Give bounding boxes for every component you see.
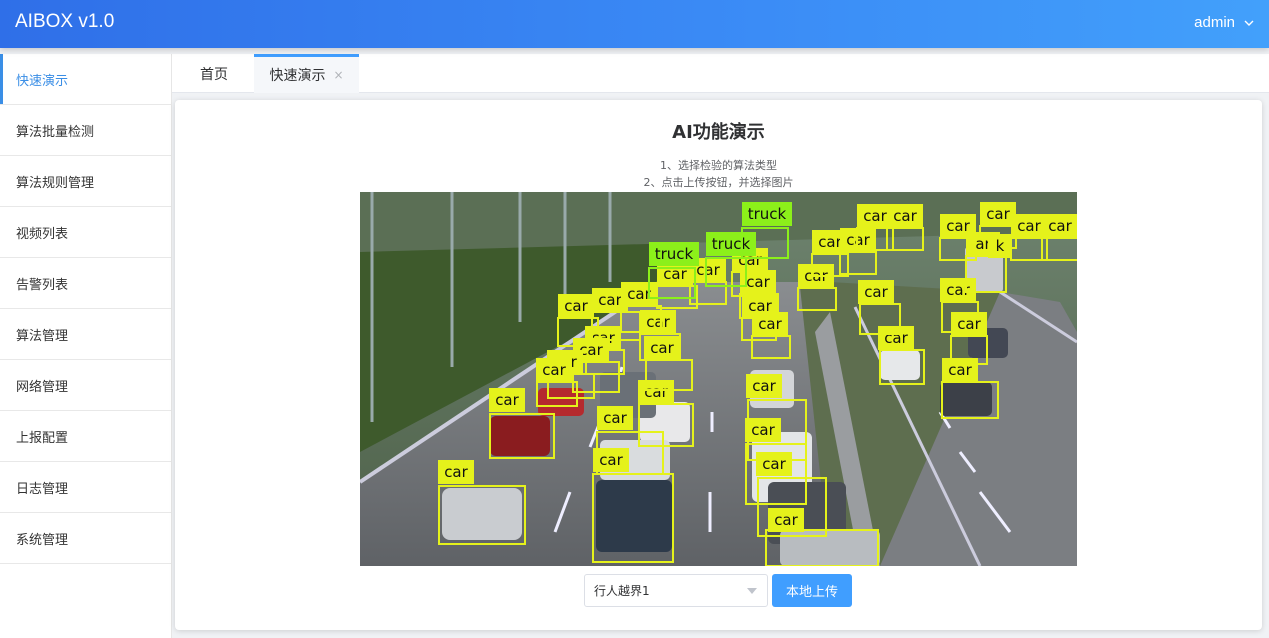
detection-label: car <box>762 455 786 473</box>
caret-down-icon <box>747 588 757 594</box>
sidebar-item-alarms[interactable]: 告警列表 <box>0 258 171 309</box>
detection-label: car <box>818 233 842 251</box>
top-header: AIBOX v1.0 admin <box>0 0 1269 48</box>
sidebar-item-algorithms[interactable]: 算法管理 <box>0 309 171 360</box>
app-title: AIBOX v1.0 <box>15 11 115 32</box>
sidebar-item-label: 视频列表 <box>16 226 69 242</box>
sidebar-item-label: 日志管理 <box>16 481 69 497</box>
detection-label: car <box>599 451 623 469</box>
tab-label: 快速演示 <box>269 68 326 84</box>
detection-label: car <box>444 463 468 481</box>
algorithm-select[interactable]: 行人越界1 <box>584 574 768 607</box>
sidebar-item-network[interactable]: 网络管理 <box>0 360 171 411</box>
sidebar: 快速演示 算法批量检测 算法规则管理 视频列表 告警列表 算法管理 网络管理 上… <box>0 54 172 638</box>
sidebar-item-label: 上报配置 <box>16 430 69 446</box>
detection-label: car <box>564 297 588 315</box>
detection-label: car <box>646 313 670 331</box>
detection-label: car <box>746 273 770 291</box>
sidebar-item-label: 告警列表 <box>16 277 69 293</box>
detection-label: car <box>884 329 908 347</box>
sidebar-item-label: 快速演示 <box>16 73 69 89</box>
tab-label: 首页 <box>200 66 228 83</box>
detection-label: car <box>627 285 651 303</box>
sidebar-item-report-config[interactable]: 上报配置 <box>0 411 171 462</box>
detection-label: car <box>864 283 888 301</box>
chevron-down-icon <box>1244 20 1254 26</box>
highway-scene: carcarcarcarcarcarcarcarcarcarcarcarcarc… <box>360 192 1077 566</box>
sidebar-item-label: 算法规则管理 <box>16 175 95 191</box>
sidebar-item-label: 网络管理 <box>16 379 69 395</box>
sidebar-item-rules[interactable]: 算法规则管理 <box>0 156 171 207</box>
detection-label: car <box>863 207 887 225</box>
tab-home[interactable]: 首页 <box>184 54 244 93</box>
sidebar-item-quick-demo[interactable]: 快速演示 <box>0 54 171 105</box>
sidebar-item-label: 算法批量检测 <box>16 124 95 140</box>
detection-label: car <box>542 361 566 379</box>
user-menu[interactable]: admin <box>1194 14 1255 31</box>
tab-bar: 首页 快速演示 × <box>172 54 1269 93</box>
sidebar-item-logs[interactable]: 日志管理 <box>0 462 171 513</box>
detection-label: car <box>644 383 668 401</box>
algorithm-select-value: 行人越界1 <box>594 584 650 598</box>
detection-label: car <box>696 261 720 279</box>
sidebar-item-system[interactable]: 系统管理 <box>0 513 171 564</box>
detection-label: car <box>495 391 519 409</box>
sidebar-item-batch-detect[interactable]: 算法批量检测 <box>0 105 171 156</box>
page-title: AI功能演示 <box>672 122 765 143</box>
detection-label: car <box>598 291 622 309</box>
detection-label: car <box>1048 217 1072 235</box>
detection-label: car <box>893 207 917 225</box>
instruction-step-1: 1、选择检验的算法类型 <box>660 159 777 172</box>
sidebar-item-label: 算法管理 <box>16 328 69 344</box>
detection-label: truck <box>712 235 751 253</box>
detection-label: car <box>957 315 981 333</box>
detection-label: k <box>996 237 1005 255</box>
detection-label: car <box>650 339 674 357</box>
detection-label: car <box>758 315 782 333</box>
detection-label: car <box>752 377 776 395</box>
detection-label: truck <box>655 245 694 263</box>
sidebar-item-label: 系统管理 <box>16 532 69 548</box>
detection-result-image: car car car car car car car car car car car car car c… <box>360 192 1077 566</box>
instruction-step-2: 2、点击上传按钮，并选择图片 <box>643 176 794 189</box>
detection-label: car <box>774 511 798 529</box>
detection-label: truck <box>748 205 787 223</box>
detection-label: car <box>986 205 1010 223</box>
sidebar-item-videos[interactable]: 视频列表 <box>0 207 171 258</box>
tab-quick-demo[interactable]: 快速演示 × <box>254 54 359 93</box>
user-name: admin <box>1194 14 1235 31</box>
detection-label: car <box>751 421 775 439</box>
demo-card: AI功能演示 1、选择检验的算法类型 2、点击上传按钮，并选择图片 car ca… <box>175 100 1262 630</box>
close-icon[interactable]: × <box>333 68 343 82</box>
detection-label: car <box>603 409 627 427</box>
detection-label: car <box>846 231 870 249</box>
local-upload-button[interactable]: 本地上传 <box>772 574 852 607</box>
detection-label: car <box>1017 217 1041 235</box>
